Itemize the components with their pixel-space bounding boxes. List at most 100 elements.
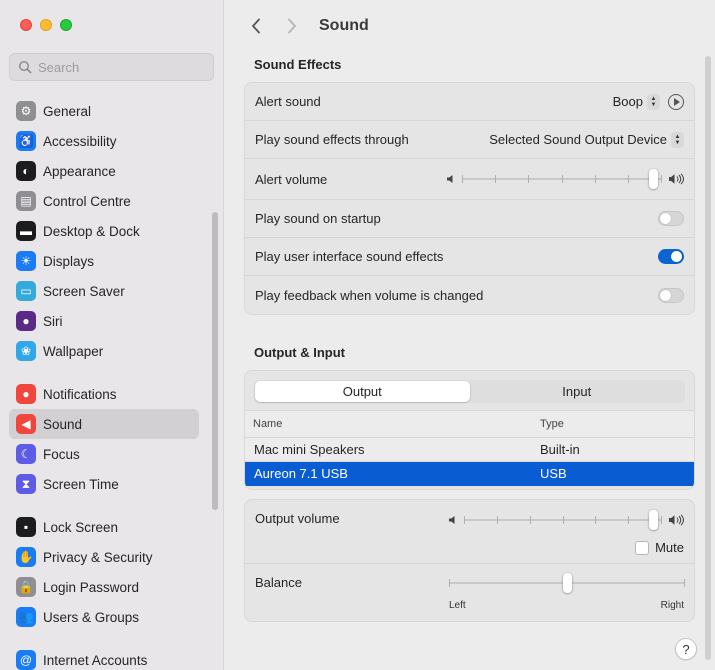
zoom-button[interactable] [60,19,72,31]
devices-card: Output Input Name Type Mac mini Speakers… [244,370,695,490]
search-input[interactable] [38,59,198,75]
close-button[interactable] [20,19,32,31]
output-volume-slider[interactable] [464,510,662,530]
sidebar-item-screen-saver[interactable]: ▭ Screen Saver [9,276,199,306]
column-header-name[interactable]: Name [245,418,533,430]
startup-sound-toggle[interactable] [658,211,684,226]
forward-button[interactable] [279,13,305,39]
volume-feedback-row: Play feedback when volume is changed [245,276,694,314]
screen-saver-icon: ▭ [16,281,36,301]
sidebar: ⚙ General ♿ Accessibility ◐ Appearance ▤ Contro… [0,0,224,670]
sidebar-item-label: Privacy & Security [43,549,153,565]
sidebar-separator [9,366,199,379]
sidebar-item-label: Desktop & Dock [43,223,140,239]
sidebar-item-label: Focus [43,446,80,462]
table-row[interactable]: Mac mini Speakers Built-in [245,438,694,462]
slider-tick [561,175,563,183]
privacy-icon: ✋ [16,547,36,567]
focus-icon: ☾ [16,444,36,464]
sidebar-item-users-groups[interactable]: 👥 Users & Groups [9,602,199,632]
slider-tick [628,516,630,524]
slider-knob[interactable] [649,510,659,530]
tab-input[interactable]: Input [470,381,685,402]
sound-effects-heading: Sound Effects [254,57,342,72]
output-volume-row: Output volume Mute [245,500,694,564]
login-password-icon: 🔒 [16,577,36,597]
sidebar-item-label: Accessibility [43,133,117,149]
help-button[interactable]: ? [675,638,697,660]
sidebar-item-label: Users & Groups [43,609,140,625]
play-through-label: Play sound effects through [255,132,409,147]
lock-screen-icon: ▪ [16,517,36,537]
tab-output[interactable]: Output [255,381,470,402]
page-title: Sound [319,17,369,34]
alert-volume-row: Alert volume [245,159,694,200]
sidebar-item-displays[interactable]: ☀ Displays [9,246,199,276]
output-input-tabs: Output Input [254,380,685,403]
speaker-low-icon [447,175,453,183]
speaker-high-icon [669,173,684,185]
sidebar-item-focus[interactable]: ☾ Focus [9,439,199,469]
chevron-right-icon [288,18,296,34]
siri-icon: ● [16,311,36,331]
output-volume-card: Output volume Mute Balance Left Right [244,499,695,622]
device-type: Built-in [540,442,580,457]
sidebar-item-internet-accounts[interactable]: @ Internet Accounts [9,645,199,670]
appearance-icon: ◐ [16,161,36,181]
back-button[interactable] [243,13,269,39]
main-pane: Sound Sound Effects Alert sound Boop ▲ ▼ … [225,0,715,670]
slider-tick [529,516,531,524]
sidebar-item-lock-screen[interactable]: ▪ Lock Screen [9,512,199,542]
ui-sound-effects-row: Play user interface sound effects [245,238,694,276]
play-through-value: Selected Sound Output Device [489,132,667,147]
sidebar-item-desktop-dock[interactable]: ▬ Desktop & Dock [9,216,199,246]
displays-icon: ☀ [16,251,36,271]
sidebar-item-login-password[interactable]: 🔒 Login Password [9,572,199,602]
balance-label: Balance [255,575,302,590]
sidebar-item-wallpaper[interactable]: ❀ Wallpaper [9,336,199,366]
sidebar-item-control-centre[interactable]: ▤ Control Centre [9,186,199,216]
balance-slider[interactable] [449,573,685,593]
sidebar-item-general[interactable]: ⚙ General [9,96,199,126]
balance-left-label: Left [449,600,466,611]
internet-accounts-icon: @ [16,650,36,670]
sidebar-item-notifications[interactable]: ● Notifications [9,379,199,409]
sidebar-item-sound[interactable]: ◀ Sound [9,409,199,439]
table-row[interactable]: Aureon 7.1 USB USB [245,462,694,486]
minimize-button[interactable] [40,19,52,31]
slider-knob[interactable] [562,573,572,593]
slider-tick [627,175,629,183]
sidebar-item-label: Displays [43,253,95,269]
sidebar-item-appearance[interactable]: ◐ Appearance [9,156,199,186]
updown-chevron-icon: ▲ ▼ [671,131,684,148]
main-scrollbar[interactable] [705,56,711,660]
sidebar-item-privacy-security[interactable]: ✋ Privacy & Security [9,542,199,572]
window-controls [20,19,72,31]
play-icon[interactable] [668,93,684,110]
sidebar-item-label: Screen Time [43,476,119,492]
sidebar-item-siri[interactable]: ● Siri [9,306,199,336]
sidebar-scrollbar[interactable] [212,212,218,510]
sidebar-item-accessibility[interactable]: ♿ Accessibility [9,126,199,156]
sidebar-item-screen-time[interactable]: ⧗ Screen Time [9,469,199,499]
play-through-popup[interactable]: Selected Sound Output Device ▲ ▼ [489,131,684,148]
alert-sound-popup[interactable]: Boop ▲ ▼ [613,93,660,110]
mute-control[interactable]: Mute [635,540,684,555]
chevron-left-icon [252,18,260,34]
search-field[interactable] [9,53,214,81]
control-centre-icon: ▤ [16,191,36,211]
slider-tick [464,516,465,524]
device-name: Aureon 7.1 USB [254,466,348,481]
play-through-row: Play sound effects through Selected Soun… [245,121,694,159]
alert-volume-slider[interactable] [462,169,662,189]
sidebar-item-label: Internet Accounts [43,652,148,668]
column-header-type[interactable]: Type [533,418,564,430]
slider-tick [595,516,597,524]
alert-volume-label: Alert volume [255,171,328,187]
output-input-heading: Output & Input [254,345,345,360]
ui-sound-effects-toggle[interactable] [658,249,684,264]
slider-knob[interactable] [649,169,659,189]
ui-sound-effects-label: Play user interface sound effects [255,249,444,264]
mute-checkbox[interactable] [635,540,650,555]
volume-feedback-toggle[interactable] [658,287,684,303]
